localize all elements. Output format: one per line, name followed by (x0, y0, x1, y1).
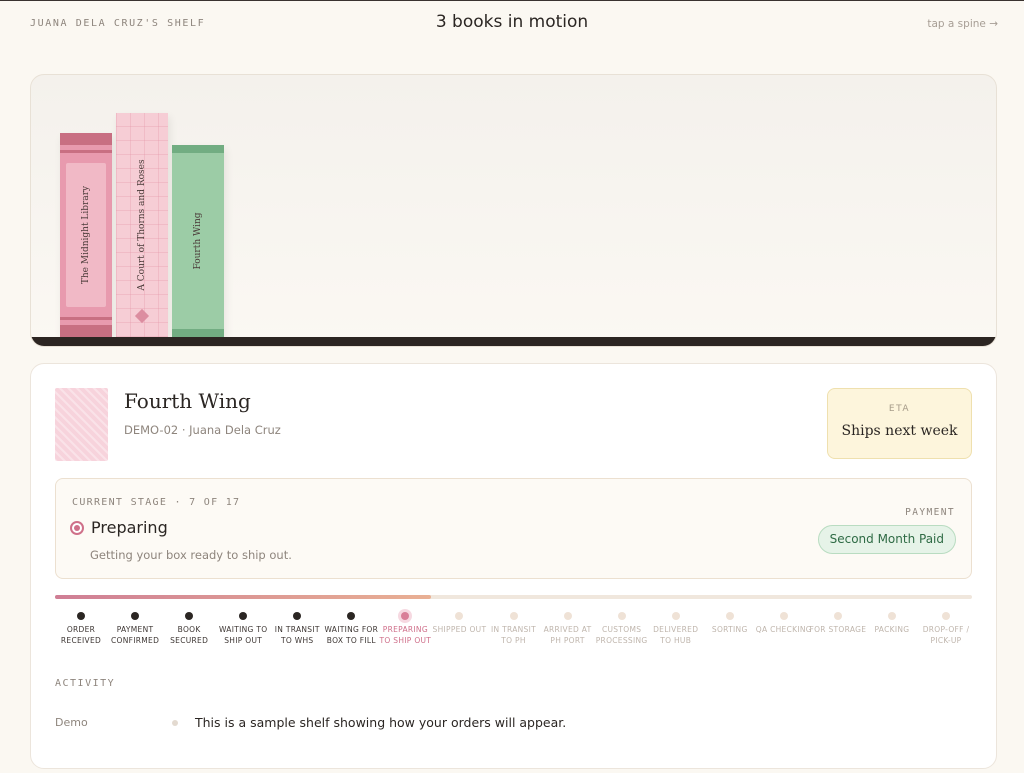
tap-spine-hint: tap a spine → (927, 18, 998, 30)
timeline-step-dot (77, 612, 85, 620)
timeline-step-dot (185, 612, 194, 620)
timeline-step-dot (131, 612, 140, 620)
spine-cap (172, 329, 224, 337)
timeline-step-dot (942, 612, 950, 620)
activity-heading: ACTIVITY (55, 678, 116, 689)
timeline-step-dot (671, 612, 680, 620)
bookshelf: The Midnight Library A Court of Thorns a… (30, 74, 997, 347)
activity-entry: Demo This is a sample shelf showing how … (55, 714, 955, 734)
activity-text: This is a sample shelf showing how your … (195, 715, 567, 730)
timeline-step: Waiting to Ship Out (214, 608, 272, 646)
timeline-step-label: Delivered to Hub (653, 625, 699, 645)
timeline-step-dot (293, 612, 302, 620)
shelf-board (31, 337, 996, 346)
stage-description: Getting your box ready to ship out. (90, 548, 292, 562)
timeline-step-dot (239, 612, 248, 620)
timeline-step-label: Arrived at PH Port (543, 625, 592, 645)
timeline-step: Book Secured (160, 608, 218, 646)
activity-author: Demo (55, 716, 88, 729)
spine-band (60, 133, 112, 145)
timeline-step-label: Order Received (60, 625, 102, 645)
book-spine-court-of-thorns[interactable]: A Court of Thorns and Roses (116, 113, 168, 337)
spine-band (60, 317, 112, 320)
timeline-step-dot (833, 612, 842, 620)
book-title: Fourth Wing (124, 389, 251, 413)
stage-name: Preparing (91, 518, 168, 537)
diamond-icon (134, 308, 150, 324)
timeline-step-dot (563, 612, 572, 620)
timeline-step: Packing (863, 608, 921, 636)
timeline-step: For Storage (809, 608, 867, 636)
timeline-step-label: Packing (874, 625, 910, 634)
timeline-step-label: Shipped Out (432, 625, 487, 634)
progress-track (55, 595, 972, 599)
timeline-step: Preparing to Ship Out (376, 608, 434, 646)
payment-status-badge: Second Month Paid (817, 525, 956, 554)
timeline-step-label: In Transit to WHS (274, 625, 320, 645)
timeline-step-label: Sorting (711, 625, 748, 634)
timeline-step: Arrived at PH Port (539, 608, 597, 646)
timeline-step-label: Payment Confirmed (110, 625, 160, 645)
eta-value: Ships next week (841, 423, 958, 439)
timeline-step-dot (347, 612, 356, 620)
page-headline: 3 books in motion (435, 12, 589, 32)
timeline-step: Customs Processing (593, 608, 651, 646)
timeline-step: Delivered to Hub (647, 608, 705, 646)
spine-cap (172, 145, 224, 153)
timeline-step: Order Received (52, 608, 110, 646)
timeline-step: In Transit to WHS (268, 608, 326, 646)
spine-band (60, 325, 112, 337)
timeline-step-label: Waiting for Box to Fill (324, 625, 379, 645)
timeline-step-label: Customs Processing (595, 625, 648, 645)
timeline-step-label: For Storage (809, 625, 867, 634)
order-detail-card: Fourth Wing DEMO-02 · Juana Dela Cruz ET… (30, 363, 997, 769)
timeline-step: In Transit to PH (485, 608, 543, 646)
book-spine-title: The Midnight Library (81, 185, 91, 285)
timeline-step: QA Checking (755, 608, 813, 636)
stage-status-icon (70, 521, 84, 535)
timeline-step-label: QA Checking (755, 625, 812, 634)
payment-label: PAYMENT (905, 507, 955, 518)
book-spine-title: A Court of Thorns and Roses (137, 159, 147, 291)
timeline-step-dot (509, 612, 518, 620)
timeline-step: Sorting (701, 608, 759, 636)
book-spine-midnight-library[interactable]: The Midnight Library (60, 133, 112, 337)
timeline-step-dot (887, 612, 896, 620)
timeline-step: Waiting for Box to Fill (322, 608, 380, 646)
timeline-step-dot (725, 612, 734, 620)
timeline-step: Drop-off / Pick-up (917, 608, 975, 646)
stage-counter: CURRENT STAGE · 7 OF 17 (72, 497, 241, 508)
timeline-step-label: Preparing to Ship Out (379, 625, 432, 645)
timeline-step-dot (617, 612, 626, 620)
top-bar: JUANA DELA CRUZ'S SHELF 3 books in motio… (0, 0, 1024, 48)
timeline-step-label: Book Secured (170, 625, 209, 645)
timeline-step-dot (401, 612, 410, 620)
timeline-step: Shipped Out (430, 608, 488, 636)
eta-label: ETA (888, 404, 911, 414)
spine-band (60, 150, 112, 153)
activity-dot-icon (172, 720, 178, 726)
timeline-step-dot (779, 612, 788, 620)
book-cover-thumbnail (55, 388, 108, 461)
timeline-step-label: Drop-off / Pick-up (922, 625, 970, 645)
stage-timeline: Order Received Payment Confirmed Book Secu… (55, 608, 972, 668)
current-stage-box: CURRENT STAGE · 7 OF 17 Preparing Gettin… (55, 478, 972, 579)
eta-box: ETA Ships next week (827, 388, 972, 459)
progress-fill (55, 595, 431, 599)
timeline-step-dot (455, 612, 464, 620)
timeline-step-label: Waiting to Ship Out (218, 625, 268, 645)
timeline-step-label: In Transit to PH (491, 625, 536, 645)
book-spine-title: Fourth Wing (193, 212, 203, 270)
book-spine-fourth-wing[interactable]: Fourth Wing (172, 145, 224, 337)
order-meta: DEMO-02 · Juana Dela Cruz (124, 423, 281, 437)
timeline-step: Payment Confirmed (106, 608, 164, 646)
